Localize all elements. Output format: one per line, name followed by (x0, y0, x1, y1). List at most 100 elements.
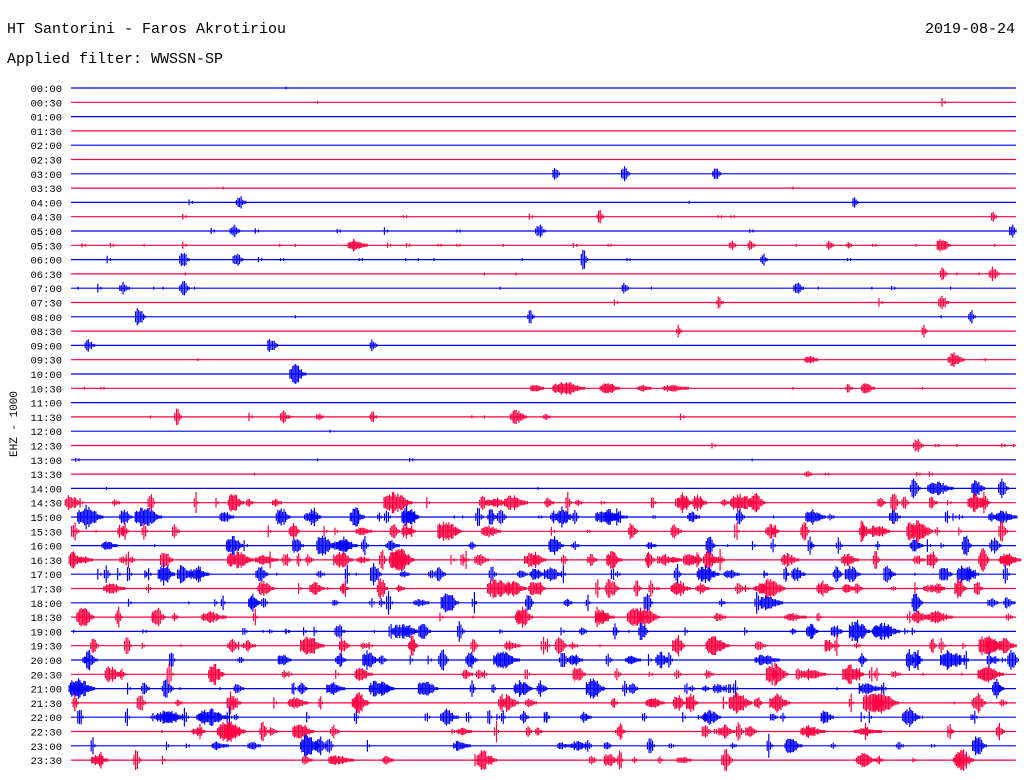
time-label: 18:30 (30, 613, 62, 625)
seismic-event (662, 384, 689, 392)
seismic-event (435, 567, 446, 582)
seismic-event (487, 509, 498, 525)
seismic-event (115, 606, 123, 628)
seismic-event (638, 622, 649, 640)
seismic-event (501, 710, 506, 724)
seismic-event (535, 224, 546, 238)
seismic-event (368, 680, 395, 697)
time-label: 01:30 (30, 127, 62, 139)
seismic-event (927, 481, 954, 496)
seismic-event (193, 492, 199, 514)
seismic-event (572, 667, 586, 681)
seismic-event (560, 565, 566, 584)
seismic-event (994, 510, 1018, 524)
seismic-event (296, 553, 302, 567)
seismic-event (493, 720, 500, 743)
seismic-event (998, 478, 1009, 499)
seismic-event (279, 410, 291, 424)
seismic-event (872, 550, 881, 569)
seismic-event (417, 681, 439, 696)
seismic-event (152, 607, 166, 627)
time-label: 10:00 (30, 370, 62, 382)
seismic-event (189, 567, 210, 581)
seismic-event (383, 492, 413, 514)
time-label: 16:30 (30, 556, 62, 568)
seismic-event (491, 684, 497, 693)
seismic-event (855, 753, 877, 768)
seismic-event (513, 680, 533, 697)
helicorder-plot: 00:00 00:30 01:00 01:30 02:00 02:30 03:00 03:30… (30, 84, 1022, 772)
time-label: 09:00 (30, 341, 62, 353)
seismic-event (998, 555, 1022, 565)
time-label: 22:30 (30, 728, 62, 740)
seismic-event (220, 595, 226, 611)
seismic-event (628, 523, 638, 540)
seismic-event (242, 639, 256, 652)
seismic-event (255, 566, 269, 582)
time-label: 04:30 (30, 213, 62, 225)
seismic-event (334, 624, 346, 639)
seismic-event (145, 584, 152, 593)
seismic-event (793, 282, 804, 294)
seismic-event (119, 509, 133, 525)
time-label: 13:00 (30, 456, 62, 468)
seismic-event (302, 755, 313, 765)
seismic-event (712, 683, 726, 694)
seismic-event (859, 683, 884, 694)
time-label: 21:00 (30, 685, 62, 697)
seismic-event (934, 583, 946, 594)
seismic-event (780, 712, 786, 722)
seismic-event (533, 551, 538, 569)
seismic-event (830, 742, 836, 749)
time-label: 08:30 (30, 327, 62, 339)
seismic-event (834, 635, 840, 657)
seismic-event (595, 579, 601, 598)
seismic-event (341, 536, 353, 555)
time-label: 06:30 (30, 270, 62, 282)
seismic-event (587, 553, 598, 566)
seismic-event (760, 253, 768, 266)
seismic-event (347, 239, 368, 252)
seismic-event (848, 693, 854, 713)
seismic-event (769, 693, 790, 713)
seismic-event (135, 308, 146, 326)
seismic-event (544, 497, 555, 508)
time-label: 04:00 (30, 198, 62, 210)
seismic-event (938, 295, 949, 310)
seismic-event (632, 756, 637, 764)
seismic-event (271, 498, 282, 507)
seismic-event (124, 708, 130, 726)
time-label: 01:00 (30, 113, 62, 125)
time-label: 16:00 (30, 542, 62, 554)
time-label: 10:30 (30, 384, 62, 396)
seismic-event (440, 593, 459, 613)
seismic-event (909, 478, 921, 499)
time-label: 03:00 (30, 170, 62, 182)
seismic-event (267, 338, 278, 352)
seismic-event (527, 310, 535, 324)
seismic-event (902, 707, 921, 728)
seismic-event (987, 598, 999, 608)
seismic-event (883, 565, 895, 583)
seismic-event (460, 553, 466, 566)
seismic-event (287, 697, 309, 709)
seismic-event (728, 240, 737, 251)
seismic-event (642, 713, 647, 722)
seismic-event (558, 652, 570, 668)
seismic-event (891, 586, 896, 591)
seismic-event (569, 741, 590, 751)
seismic-event (646, 542, 657, 549)
seismic-event (229, 224, 241, 238)
time-label: 21:30 (30, 699, 62, 711)
seismic-event (297, 682, 308, 695)
time-label: 18:00 (30, 599, 62, 611)
time-label: 02:30 (30, 156, 62, 168)
seismic-event (988, 266, 1000, 282)
seismic-event (599, 383, 620, 394)
seismic-event (841, 553, 859, 567)
time-label: 00:00 (30, 84, 62, 96)
seismic-event (770, 538, 776, 553)
seismic-event (233, 683, 245, 694)
seismic-event (179, 280, 190, 296)
time-label: 03:30 (30, 184, 62, 196)
